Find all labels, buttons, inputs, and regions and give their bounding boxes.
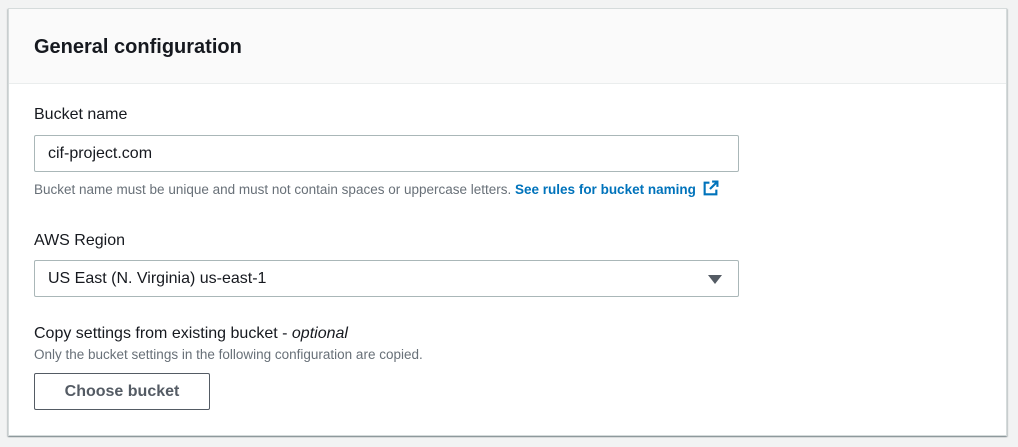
bucket-name-hint: Bucket name must be unique and must not …	[34, 180, 719, 202]
general-configuration-panel: General configuration Bucket name Bucket…	[8, 8, 1007, 436]
aws-region-select[interactable]: US East (N. Virginia) us-east-1	[34, 260, 739, 297]
external-link-icon	[702, 180, 719, 202]
aws-region-label: AWS Region	[34, 232, 125, 249]
optional-tag: optional	[291, 325, 348, 342]
bucket-naming-rules-link[interactable]: See rules for bucket naming	[515, 180, 719, 197]
panel-header: General configuration	[9, 9, 1006, 84]
panel-title: General configuration	[34, 36, 242, 58]
copy-settings-label-text: Copy settings from existing bucket -	[34, 325, 292, 342]
bucket-naming-rules-link-label: See rules for bucket naming	[515, 182, 696, 197]
caret-down-icon	[708, 275, 722, 284]
copy-settings-label: Copy settings from existing bucket - opt…	[34, 324, 348, 344]
choose-bucket-button[interactable]: Choose bucket	[34, 373, 210, 410]
bucket-name-hint-text: Bucket name must be unique and must not …	[34, 182, 516, 197]
aws-region-selected-value: US East (N. Virginia) us-east-1	[48, 270, 267, 287]
copy-settings-hint: Only the bucket settings in the followin…	[34, 347, 423, 362]
bucket-name-input[interactable]	[34, 135, 739, 172]
bucket-name-label: Bucket name	[34, 106, 128, 123]
